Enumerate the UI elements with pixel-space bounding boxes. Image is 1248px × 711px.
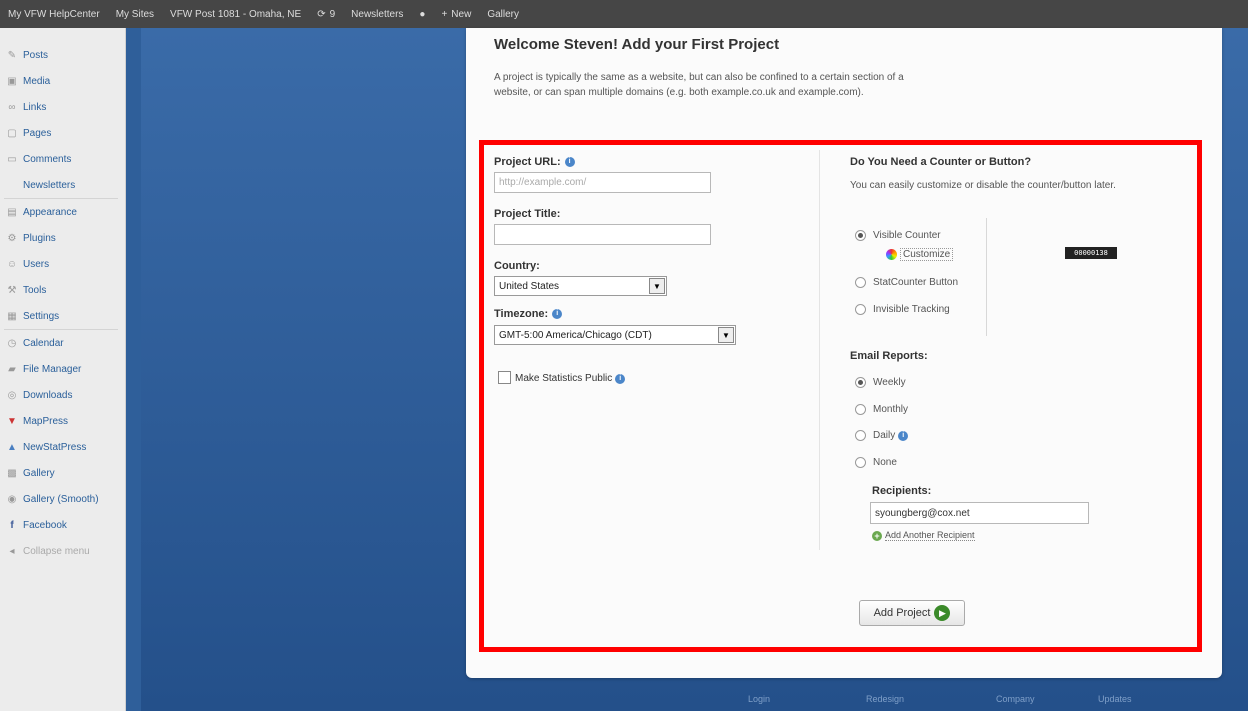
- admin-bar-new[interactable]: + New: [441, 9, 471, 20]
- sidebar-item-label: Collapse menu: [23, 545, 90, 557]
- sidebar-collapse-menu[interactable]: ◂ Collapse menu: [0, 538, 125, 564]
- admin-bar-site-name[interactable]: My VFW HelpCenter: [8, 9, 100, 20]
- file-manager-icon: ▰: [8, 363, 16, 375]
- sidebar-item-settings[interactable]: ▦ Settings: [0, 303, 125, 329]
- sidebar-item-gallery-smooth[interactable]: ◉ Gallery (Smooth): [0, 486, 125, 512]
- downloads-icon: ◎: [7, 389, 17, 401]
- sidebar-item-plugins[interactable]: ⚙ Plugins: [0, 225, 125, 251]
- footer-link-company[interactable]: Company: [996, 694, 1035, 704]
- sidebar-item-mappress[interactable]: ▼ MapPress: [0, 408, 125, 434]
- admin-bar-my-sites[interactable]: My Sites: [116, 9, 154, 20]
- admin-bar-newsletters[interactable]: Newsletters: [351, 9, 403, 20]
- sidebar-item-label: Calendar: [23, 337, 64, 349]
- plus-icon: +: [441, 8, 448, 20]
- plugins-icon: ⚙: [7, 232, 17, 244]
- sidebar-item-label: Settings: [23, 310, 60, 322]
- admin-bar-updates-count: 9: [329, 8, 336, 20]
- page-title: Welcome Steven! Add your First Project: [494, 36, 780, 53]
- sidebar-item-newstatpress[interactable]: ▲ NewStatPress: [0, 434, 125, 460]
- sidebar-item-label: Facebook: [23, 519, 67, 531]
- sidebar-item-label: Comments: [23, 153, 72, 165]
- sidebar-item-calendar[interactable]: ◷ Calendar: [0, 330, 125, 356]
- sidebar-item-newsletters[interactable]: Newsletters: [0, 172, 125, 198]
- sidebar-item-appearance[interactable]: ▤ Appearance: [0, 199, 125, 225]
- sidebar-item-media[interactable]: ▣ Media: [0, 68, 125, 94]
- media-icon: ▣: [7, 75, 17, 87]
- sidebar-item-facebook[interactable]: f Facebook: [0, 512, 125, 538]
- admin-bar-current-site-label: VFW Post 1081 - Omaha, NE: [170, 8, 302, 20]
- sidebar-item-label: Pages: [23, 127, 52, 139]
- sidebar-item-posts[interactable]: ✎ Posts: [0, 42, 125, 68]
- intro-text: A project is typically the same as a web…: [494, 72, 904, 98]
- gallery-smooth-icon: ◉: [7, 493, 17, 505]
- sidebar-item-label: Newsletters: [23, 179, 76, 191]
- sidebar-item-pages[interactable]: ▢ Pages: [0, 120, 125, 146]
- sidebar-item-label: Gallery (Smooth): [23, 493, 99, 505]
- settings-icon: ▦: [7, 310, 17, 322]
- sidebar-item-label: MapPress: [23, 415, 69, 427]
- admin-bar-gallery-label: Gallery: [487, 8, 519, 20]
- sidebar-item-links[interactable]: ∞ Links: [0, 94, 125, 120]
- admin-bar-my-sites-label: My Sites: [115, 8, 155, 20]
- comments-icon: ▭: [7, 153, 17, 165]
- sidebar-item-users[interactable]: ☺ Users: [0, 251, 125, 277]
- sidebar-item-downloads[interactable]: ◎ Downloads: [0, 382, 125, 408]
- admin-bar-newsletters-label: Newsletters: [351, 8, 404, 20]
- sidebar-item-tools[interactable]: ⚒ Tools: [0, 277, 125, 303]
- stats-icon: ▲: [7, 441, 17, 453]
- sidebar-item-file-manager[interactable]: ▰ File Manager: [0, 356, 125, 382]
- footer-link-redesign[interactable]: Redesign: [866, 694, 904, 704]
- admin-bar-site-name-label: My VFW HelpCenter: [8, 8, 100, 20]
- pages-icon: ▢: [7, 127, 17, 139]
- facebook-icon: f: [10, 519, 14, 531]
- admin-bar-updates[interactable]: ⟳ 9: [317, 9, 335, 20]
- users-icon: ☺: [6, 258, 18, 270]
- highlight-box: [479, 140, 1202, 652]
- tools-icon: ⚒: [7, 284, 17, 296]
- sidebar-item-label: File Manager: [23, 363, 82, 375]
- admin-bar-gallery[interactable]: Gallery: [487, 9, 519, 20]
- sidebar-item-label: NewStatPress: [23, 441, 87, 453]
- sidebar-item-label: Media: [23, 75, 51, 87]
- updates-icon: ⟳: [317, 8, 326, 20]
- sidebar-item-label: Downloads: [23, 389, 73, 401]
- sidebar-item-label: Users: [23, 258, 50, 270]
- pin-icon: ✎: [7, 49, 17, 61]
- footer: Login Redesign Company Updates: [0, 694, 1248, 708]
- comment-bubble-icon: ●: [419, 8, 426, 20]
- footer-link-login[interactable]: Login: [748, 694, 770, 704]
- sidebar-item-comments[interactable]: ▭ Comments: [0, 146, 125, 172]
- sidebar-item-label: Plugins: [23, 232, 56, 244]
- admin-bar-comments[interactable]: ●: [419, 9, 425, 20]
- sidebar-item-label: Posts: [23, 49, 49, 61]
- sidebar-item-label: Links: [23, 101, 47, 113]
- collapse-icon: ◂: [9, 545, 15, 557]
- sidebar-item-label: Appearance: [23, 206, 77, 218]
- calendar-icon: ◷: [7, 337, 17, 349]
- admin-bar-current-site[interactable]: VFW Post 1081 - Omaha, NE: [170, 9, 301, 20]
- link-icon: ∞: [8, 101, 16, 113]
- sidebar-item-label: Tools: [23, 284, 47, 296]
- admin-sidebar: ✎ Posts ▣ Media ∞ Links ▢ Pages ▭ Comments Ne…: [0, 28, 126, 711]
- sidebar-item-label: Gallery: [23, 467, 55, 479]
- footer-link-updates[interactable]: Updates: [1098, 694, 1132, 704]
- sidebar-item-gallery[interactable]: ▩ Gallery: [0, 460, 125, 486]
- gallery-icon: ▩: [7, 467, 17, 479]
- map-pin-icon: ▼: [7, 415, 17, 427]
- appearance-icon: ▤: [7, 206, 17, 218]
- admin-bar-new-label: New: [451, 8, 472, 20]
- admin-bar: My VFW HelpCenter My Sites VFW Post 1081…: [0, 0, 1248, 28]
